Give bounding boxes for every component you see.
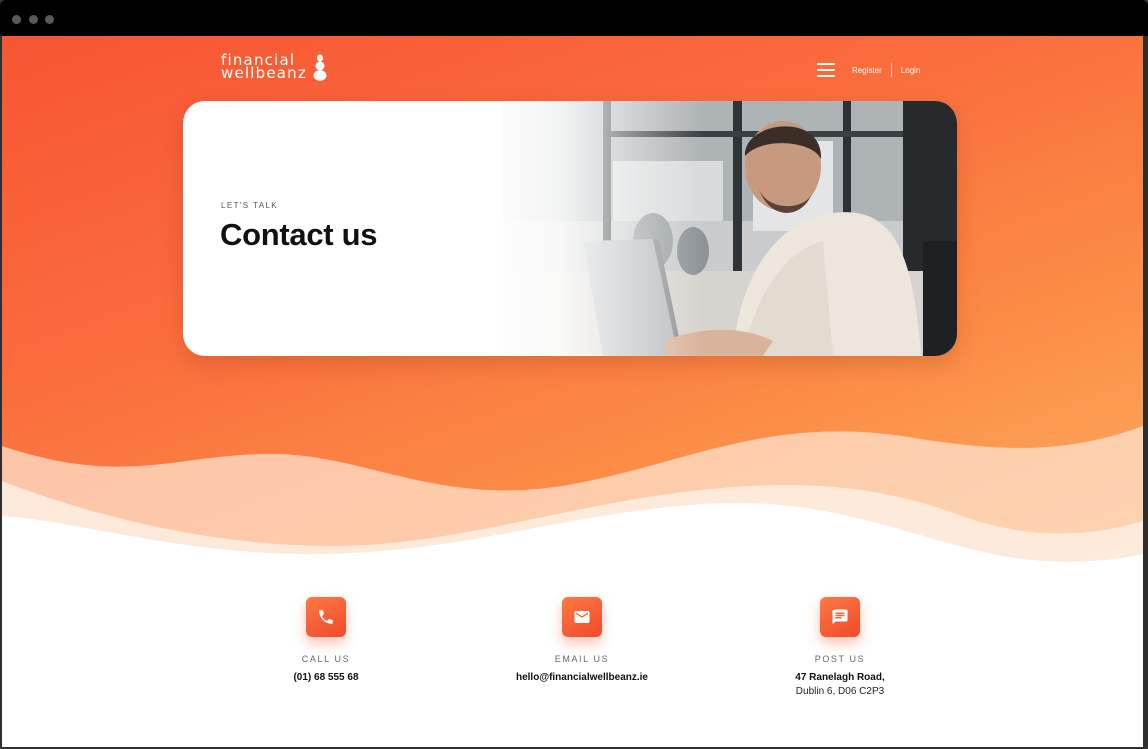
phone-number[interactable]: (01) 68 555 68	[206, 672, 446, 683]
wave-divider	[2, 426, 1143, 616]
window-close-dot[interactable]	[12, 15, 21, 24]
chat-icon[interactable]	[820, 597, 860, 637]
brand-line-2: wellbeanz	[221, 64, 307, 82]
photo-fade-overlay	[483, 101, 703, 356]
address-line-2: Dublin 6, D06 C2P3	[795, 686, 885, 697]
top-nav: Register Login	[817, 62, 920, 78]
phone-icon[interactable]	[306, 597, 346, 637]
email-us-label: EMAIL US	[554, 654, 610, 664]
page-viewport: financial wellbeanz Register Login LET'S…	[2, 36, 1143, 747]
contact-call: CALL US (01) 68 555 68	[206, 597, 446, 683]
nav-divider	[890, 63, 892, 77]
post-us-label: POST US	[814, 654, 866, 664]
window-maximize-dot[interactable]	[45, 15, 54, 24]
call-us-label: CALL US	[301, 654, 351, 664]
register-link[interactable]: Register	[852, 66, 882, 75]
address-line-1: 47 Ranelagh Road,	[795, 672, 885, 683]
bean-stack-icon	[313, 54, 327, 81]
hamburger-menu-icon[interactable]	[817, 63, 835, 77]
mail-icon[interactable]	[562, 597, 602, 637]
login-link[interactable]: Login	[901, 66, 921, 75]
browser-window: financial wellbeanz Register Login LET'S…	[0, 0, 1148, 749]
contact-email: EMAIL US hello@financialwellbeanz.ie	[462, 597, 702, 683]
window-minimize-dot[interactable]	[29, 15, 38, 24]
email-address[interactable]: hello@financialwellbeanz.ie	[462, 672, 702, 683]
contact-post: POST US 47 Ranelagh Road, Dublin 6, D06 …	[720, 597, 960, 697]
hero-kicker: LET'S TALK	[221, 201, 279, 210]
brand-logo[interactable]: financial wellbeanz	[221, 53, 327, 82]
hero-card: LET'S TALK Contact us	[183, 101, 957, 356]
window-titlebar	[0, 0, 1148, 36]
page-title: Contact us	[220, 217, 378, 252]
